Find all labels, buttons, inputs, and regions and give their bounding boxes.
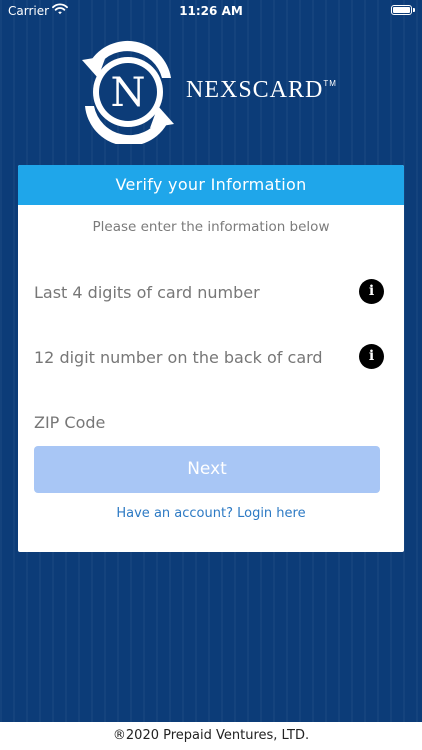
logo-letter: N xyxy=(111,70,146,116)
login-link[interactable]: Have an account? Login here xyxy=(18,506,404,521)
status-time: 11:26 AM xyxy=(179,4,243,18)
back-12-digit-field[interactable]: i xyxy=(34,340,384,374)
verify-card: Verify your Information Please enter the… xyxy=(18,165,404,552)
copyright-footer: ®2020 Prepaid Ventures, LTD. xyxy=(0,722,422,750)
info-icon[interactable]: i xyxy=(359,279,384,304)
card-last4-field[interactable]: i xyxy=(34,275,384,309)
back-12-digit-input[interactable] xyxy=(34,340,334,374)
info-icon[interactable]: i xyxy=(359,344,384,369)
zip-code-input[interactable] xyxy=(34,405,334,439)
nexscard-logo-icon: N xyxy=(76,40,180,146)
next-button[interactable]: Next xyxy=(34,446,380,493)
status-bar: Carrier 11:26 AM xyxy=(0,0,422,22)
card-header-title: Verify your Information xyxy=(18,165,404,205)
battery-icon xyxy=(391,5,415,15)
verify-screen: Carrier 11:26 AM N NEXSCARDTM Verify you… xyxy=(0,0,422,750)
zip-code-field[interactable] xyxy=(34,405,384,439)
brand-name: NEXSCARDTM xyxy=(186,77,337,104)
instructions-text: Please enter the information below xyxy=(92,219,330,235)
brand-name-text: NEXSCARD xyxy=(186,77,324,103)
card-last4-input[interactable] xyxy=(34,275,334,309)
trademark-mark: TM xyxy=(323,79,337,88)
